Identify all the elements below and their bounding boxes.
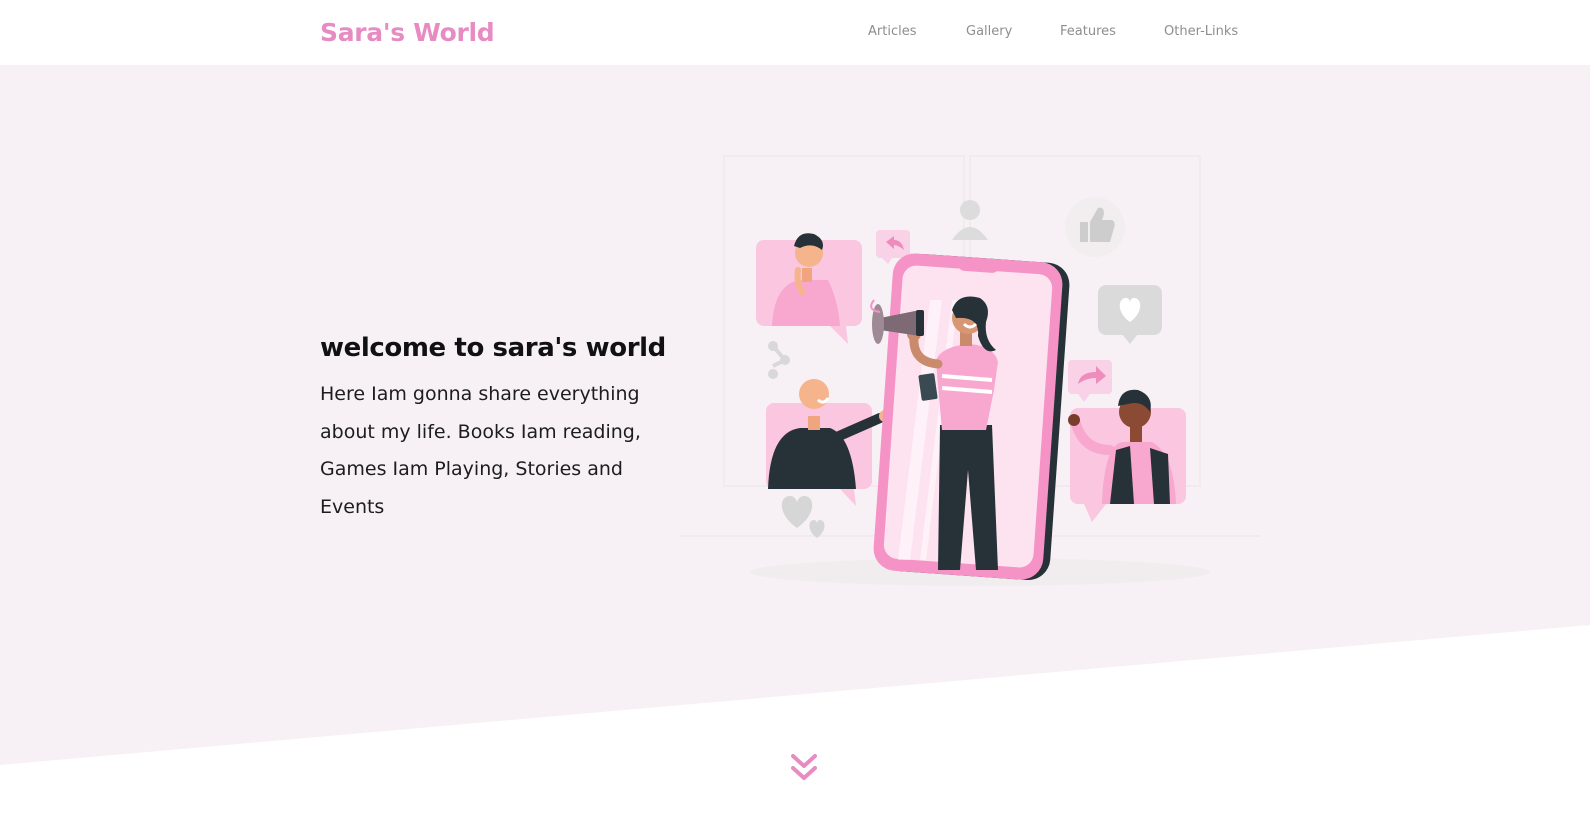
site-header: Sara's World Articles Gallery Features O… — [0, 0, 1590, 65]
person-top-left — [756, 233, 862, 344]
nav-link-articles[interactable]: Articles — [868, 24, 916, 39]
hero-title: welcome to sara's world — [320, 333, 666, 363]
forward-arrow-icon — [1068, 360, 1112, 402]
double-chevron-down-icon[interactable] — [789, 752, 819, 784]
person-right — [1068, 389, 1186, 522]
social-media-megaphone-illustration — [680, 155, 1260, 586]
person-middle-left — [766, 379, 891, 506]
nav-link-other-links[interactable]: Other-Links — [1164, 24, 1238, 39]
share-icon — [768, 341, 790, 379]
hearts-icon — [781, 496, 825, 538]
main-nav: Articles Gallery Features Other-Links — [0, 24, 1590, 44]
nav-link-gallery[interactable]: Gallery — [966, 24, 1012, 39]
hero-description: Here Iam gonna share everything about my… — [320, 383, 641, 518]
nav-link-features[interactable]: Features — [1060, 24, 1116, 39]
user-icon — [952, 200, 988, 240]
thumbs-up-icon — [1065, 197, 1125, 257]
heart-bubble-icon — [1098, 285, 1162, 344]
